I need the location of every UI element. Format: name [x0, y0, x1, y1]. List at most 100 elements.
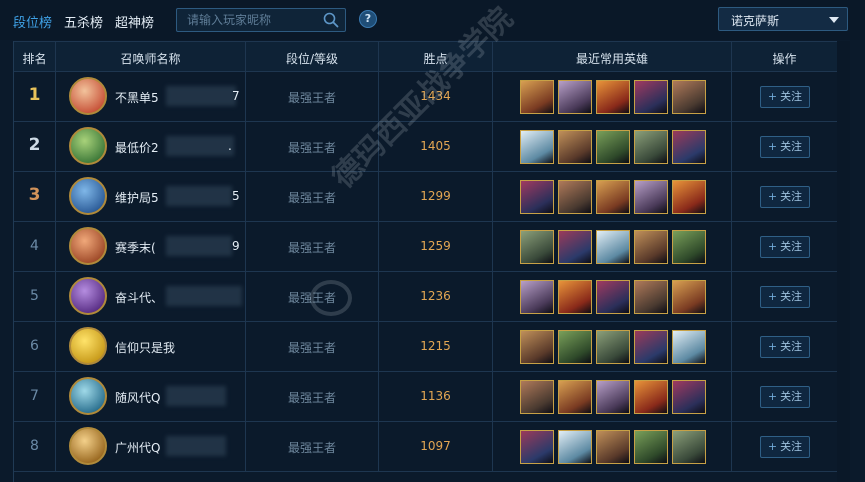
champion-icon[interactable] [672, 130, 706, 164]
champion-icon[interactable] [558, 330, 592, 364]
follow-button[interactable]: + 关注 [760, 436, 810, 458]
server-select[interactable]: 诺克萨斯 [718, 7, 848, 31]
avatar[interactable] [69, 277, 107, 315]
summoner-name[interactable]: 赛季末( [115, 239, 156, 256]
champion-icon[interactable] [558, 130, 592, 164]
champion-icon[interactable] [672, 280, 706, 314]
champion-icon[interactable] [520, 280, 554, 314]
champion-icon[interactable] [520, 80, 554, 114]
champion-icon[interactable] [596, 230, 630, 264]
champion-icon[interactable] [634, 330, 668, 364]
champion-icon[interactable] [634, 230, 668, 264]
champion-icon[interactable] [596, 280, 630, 314]
champion-icon[interactable] [634, 380, 668, 414]
champion-icon[interactable] [634, 130, 668, 164]
tab-rank[interactable]: 段位榜 [13, 12, 52, 31]
name-blur-mask [166, 236, 232, 256]
champion-icon[interactable] [672, 430, 706, 464]
rank-number: 1 [28, 85, 41, 105]
follow-button[interactable]: + 关注 [760, 336, 810, 358]
champion-icon[interactable] [520, 330, 554, 364]
follow-button[interactable]: + 关注 [760, 236, 810, 258]
table-row: 4 赛季末(9 最强王者 1259 + 关注 [14, 222, 838, 272]
tier-label: 最强王者 [287, 191, 336, 205]
champion-icon[interactable] [520, 230, 554, 264]
champion-icon[interactable] [672, 330, 706, 364]
summoner-name[interactable]: 不黑单5 [115, 89, 159, 106]
avatar[interactable] [69, 177, 107, 215]
champion-icon[interactable] [596, 130, 630, 164]
champion-icon[interactable] [558, 280, 592, 314]
champion-icon[interactable] [634, 80, 668, 114]
avatar[interactable] [69, 327, 107, 365]
search-box [176, 8, 346, 32]
lp-value: 1097 [420, 439, 451, 453]
follow-button[interactable]: + 关注 [760, 136, 810, 158]
avatar[interactable] [69, 377, 107, 415]
summoner-name[interactable]: 广州代Q [115, 439, 160, 456]
champion-icon[interactable] [520, 180, 554, 214]
tab-legendary[interactable]: 超神榜 [115, 12, 154, 31]
follow-label: 关注 [780, 390, 803, 403]
summoner-name[interactable]: 信仰只是我 [115, 339, 175, 356]
header-tier: 段位/等级 [285, 52, 339, 66]
summoner-name[interactable]: 奋斗代、 [115, 289, 163, 306]
avatar[interactable] [69, 127, 107, 165]
follow-label: 关注 [780, 90, 803, 103]
tier-label: 最强王者 [287, 91, 336, 105]
summoner-name[interactable]: 随风代Q [115, 389, 160, 406]
scrollbar[interactable] [850, 41, 865, 482]
search-input[interactable] [177, 9, 317, 31]
follow-button[interactable]: + 关注 [760, 186, 810, 208]
champion-icon[interactable] [558, 80, 592, 114]
tab-pentakill[interactable]: 五杀榜 [64, 12, 103, 31]
summoner-name[interactable]: 最低价2 [115, 139, 159, 156]
champion-icon[interactable] [558, 380, 592, 414]
champion-icon[interactable] [520, 380, 554, 414]
plus-icon: + [767, 440, 778, 453]
search-icon[interactable] [323, 12, 339, 28]
plus-icon: + [767, 390, 778, 403]
champion-icon[interactable] [634, 280, 668, 314]
summoner-name-tail: 7 [232, 89, 240, 103]
champion-icon[interactable] [672, 180, 706, 214]
plus-icon: + [767, 190, 778, 203]
tier-label: 最强王者 [287, 291, 336, 305]
champion-icon[interactable] [520, 430, 554, 464]
header-rank: 排名 [22, 52, 47, 66]
champion-icon[interactable] [520, 130, 554, 164]
champion-icon[interactable] [672, 80, 706, 114]
table-row: 8 广州代Q 最强王者 1097 + 关注 [14, 422, 838, 472]
name-blur-mask [166, 86, 236, 106]
champion-icon[interactable] [596, 80, 630, 114]
summoner-name[interactable]: 维护局5 [115, 189, 159, 206]
help-icon[interactable]: ? [359, 10, 377, 28]
champion-icon[interactable] [558, 230, 592, 264]
lp-value: 1299 [420, 189, 451, 203]
champion-icon[interactable] [596, 180, 630, 214]
avatar[interactable] [69, 427, 107, 465]
server-select-value: 诺克萨斯 [731, 14, 780, 28]
champion-icon[interactable] [596, 380, 630, 414]
champion-icon[interactable] [672, 380, 706, 414]
follow-button[interactable]: + 关注 [760, 286, 810, 308]
name-blur-mask [166, 286, 242, 306]
lp-value: 1136 [420, 389, 451, 403]
follow-button[interactable]: + 关注 [760, 386, 810, 408]
champion-icon[interactable] [558, 180, 592, 214]
avatar[interactable] [69, 77, 107, 115]
table-row: 1 不黑单5 7 最强王者 1434 + 关注 [14, 72, 838, 122]
champion-icon[interactable] [596, 430, 630, 464]
champion-icon[interactable] [558, 430, 592, 464]
tier-label: 最强王者 [287, 241, 336, 255]
follow-button[interactable]: + 关注 [760, 86, 810, 108]
champion-icon[interactable] [596, 330, 630, 364]
plus-icon: + [767, 340, 778, 353]
champion-icon[interactable] [634, 180, 668, 214]
avatar[interactable] [69, 227, 107, 265]
champion-icon[interactable] [634, 430, 668, 464]
table-row: 6 信仰只是我 最强王者 1215 + 关注 [14, 322, 838, 372]
header-heroes: 最近常用英雄 [575, 52, 648, 66]
champion-icon[interactable] [672, 230, 706, 264]
summoner-name-tail: 5 [232, 189, 240, 203]
